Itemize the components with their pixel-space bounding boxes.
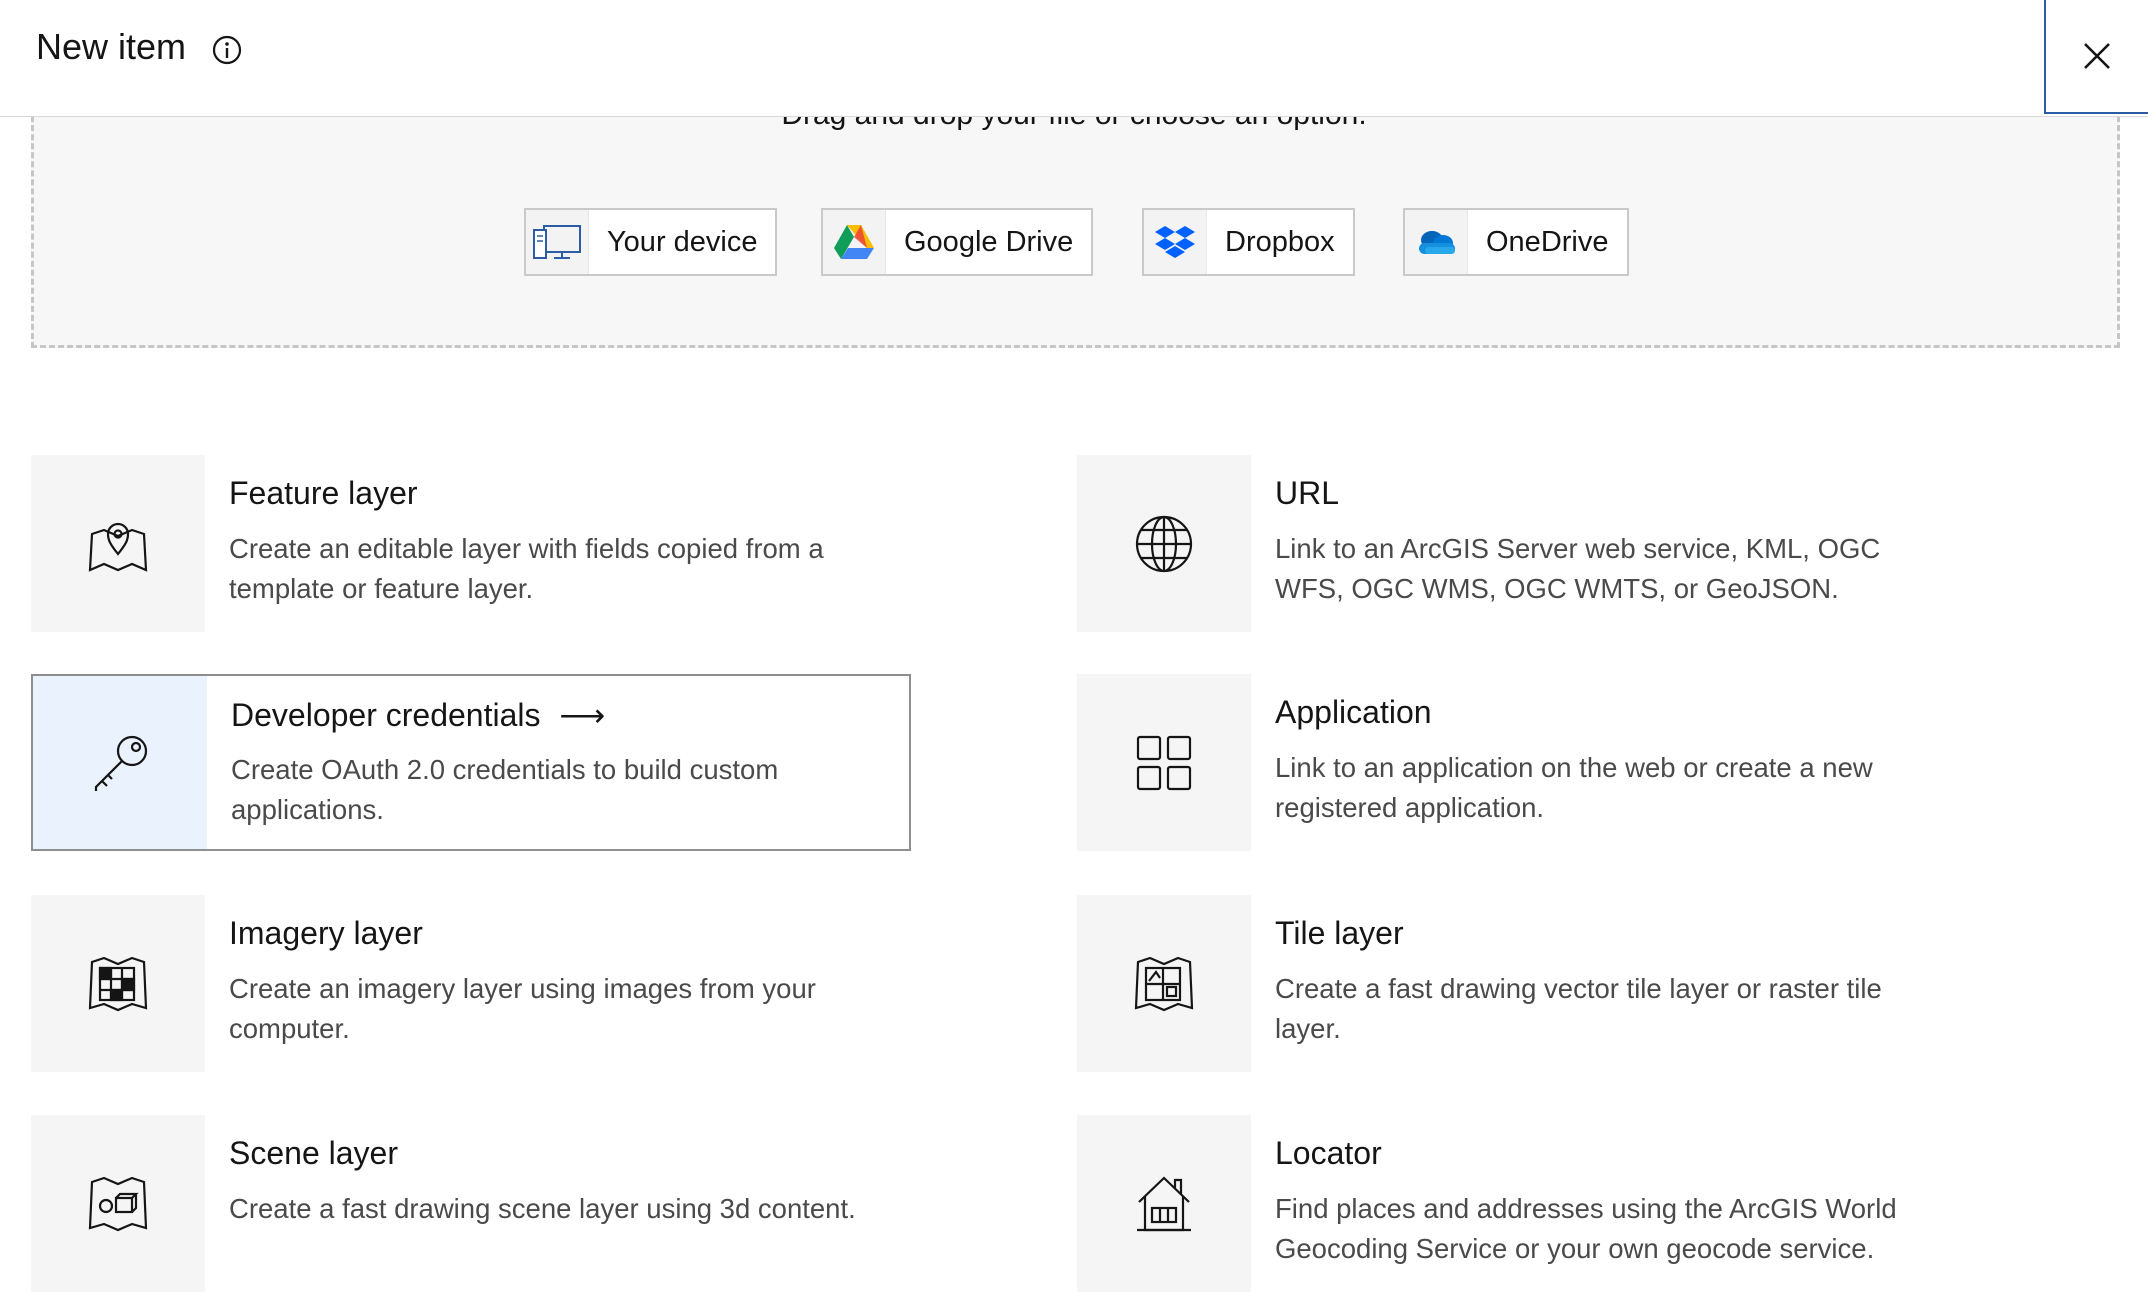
map-pin-icon [31,455,205,632]
locator-description: Find places and addresses using the ArcG… [1275,1193,1897,1264]
imagery-layer-card[interactable]: Imagery layer Create an imagery layer us… [31,895,911,1072]
url-title: URL [1275,475,1340,511]
onedrive-button[interactable]: OneDrive [1403,208,1629,276]
dropbox-label: Dropbox [1225,225,1335,258]
scene-layer-description: Create a fast drawing scene layer using … [229,1193,856,1224]
application-title: Application [1275,694,1432,730]
feature-layer-description: Create an editable layer with fields cop… [229,533,824,604]
google-drive-label: Google Drive [904,225,1074,258]
developer-credentials-label: Developer credentials [231,697,541,733]
imagery-icon [31,895,205,1072]
close-button[interactable] [2044,0,2148,114]
globe-icon [1077,455,1251,632]
imagery-layer-title: Imagery layer [229,915,423,951]
google-drive-button[interactable]: Google Drive [821,208,1094,276]
house-icon [1077,1115,1251,1292]
dropbox-button[interactable]: Dropbox [1142,208,1355,276]
scene-icon [31,1115,205,1292]
dialog-header: New item [0,0,2148,117]
scene-layer-card[interactable]: Scene layer Create a fast drawing scene … [31,1115,911,1292]
tile-layer-card[interactable]: Tile layer Create a fast drawing vector … [1077,895,1957,1072]
developer-credentials-title: Developer credentials ⟶ [231,696,605,734]
feature-layer-card[interactable]: Feature layer Create an editable layer w… [31,455,911,632]
dialog-title: New item [36,26,187,67]
your-device-label: Your device [607,225,758,258]
application-description: Link to an application on the web or cre… [1275,752,1873,823]
url-description: Link to an ArcGIS Server web service, KM… [1275,533,1881,604]
dropbox-icon [1144,210,1207,274]
application-card[interactable]: Application Link to an application on th… [1077,674,1957,851]
grid-icon [1077,674,1251,851]
imagery-layer-description: Create an imagery layer using images fro… [229,973,816,1044]
url-card[interactable]: URL Link to an ArcGIS Server web service… [1077,455,1957,632]
locator-title: Locator [1275,1135,1382,1171]
info-icon[interactable] [211,34,243,66]
google-drive-icon [823,210,886,274]
onedrive-label: OneDrive [1486,225,1609,258]
arrow-right-icon: ⟶ [559,697,606,733]
tile-layer-description: Create a fast drawing vector tile layer … [1275,973,1882,1044]
close-icon [2084,43,2110,69]
locator-card[interactable]: Locator Find places and addresses using … [1077,1115,1957,1292]
tile-layer-title: Tile layer [1275,915,1404,951]
scene-layer-title: Scene layer [229,1135,398,1171]
onedrive-icon [1405,210,1468,274]
feature-layer-title: Feature layer [229,475,418,511]
key-icon [33,676,207,849]
tile-icon [1077,895,1251,1072]
developer-credentials-description: Create OAuth 2.0 credentials to build cu… [231,754,779,825]
developer-credentials-card[interactable]: Developer credentials ⟶ Create OAuth 2.0… [31,674,911,851]
your-device-button[interactable]: Your device [524,208,778,276]
device-icon [526,210,589,274]
